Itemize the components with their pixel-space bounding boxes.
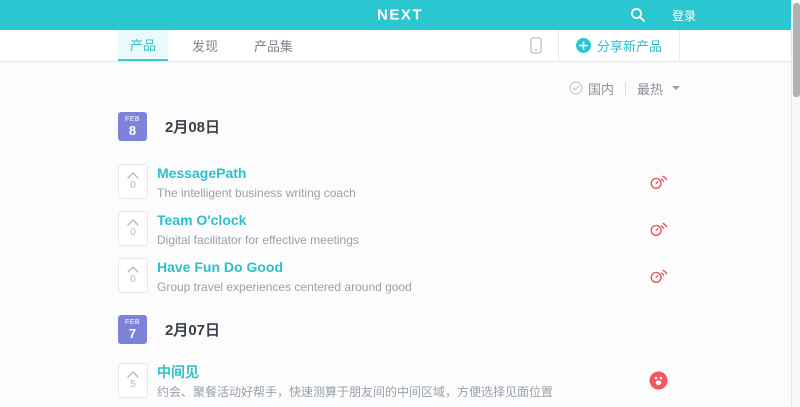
upvote-button[interactable]: 0 — [118, 164, 148, 199]
product-name-link[interactable]: Have Fun Do Good — [157, 259, 283, 275]
tab-products[interactable]: 产品 — [118, 30, 168, 61]
vote-count: 0 — [130, 180, 136, 191]
region-filter[interactable]: 国内 — [569, 79, 614, 98]
upvote-button[interactable]: 0 — [118, 258, 148, 293]
product-row: 0 MessagePath The intelligent business w… — [118, 164, 680, 199]
header-actions: 登录 — [630, 0, 696, 30]
plus-circle-icon — [576, 38, 591, 53]
day-group-title: 2月07日 — [165, 319, 220, 340]
main-content: 国内 最热 FEB 8 2月08日 — [0, 80, 800, 398]
product-description: Digital facilitator for effective meetin… — [157, 233, 359, 247]
share-button-label: 分享新产品 — [597, 36, 662, 55]
vote-count: 0 — [130, 227, 136, 238]
date-badge-day: 7 — [129, 327, 136, 341]
product-name-link[interactable]: 中间见 — [157, 364, 199, 380]
date-badge-day: 8 — [129, 124, 136, 138]
filter-divider — [625, 82, 626, 95]
tab-collections[interactable]: 产品集 — [242, 30, 305, 61]
product-description: The intelligent business writing coach — [157, 186, 356, 200]
nav-bar: 产品 发现 产品集 分享新产品 — [0, 30, 800, 62]
upvote-button[interactable]: 0 — [118, 211, 148, 246]
hot-badge-icon[interactable] — [649, 371, 668, 390]
login-link[interactable]: 登录 — [672, 7, 696, 24]
date-badge: FEB 7 — [118, 315, 147, 344]
top-header: NEXT 登录 — [0, 0, 800, 30]
search-icon — [630, 7, 646, 23]
nav-right: 分享新产品 — [514, 30, 680, 61]
search-button[interactable] — [630, 7, 646, 23]
broadcast-icon[interactable] — [649, 173, 668, 190]
chevron-up-icon — [127, 266, 139, 273]
broadcast-icon[interactable] — [649, 220, 668, 237]
phone-icon — [530, 37, 542, 54]
region-filter-label: 国内 — [588, 79, 614, 98]
product-description: 约会、聚餐活动好帮手，快速测算于朋友间的中间区域，方便选择见面位置 — [157, 385, 553, 399]
logo[interactable]: NEXT — [377, 7, 423, 24]
product-description: Group travel experiences centered around… — [157, 280, 412, 294]
caret-down-icon — [672, 86, 680, 90]
mobile-app-button[interactable] — [514, 30, 558, 61]
tab-discover[interactable]: 发现 — [180, 30, 230, 61]
day-group-title: 2月08日 — [165, 116, 220, 137]
chevron-up-icon — [127, 172, 139, 179]
share-new-product-button[interactable]: 分享新产品 — [559, 30, 679, 61]
upvote-button[interactable]: 5 — [118, 363, 148, 398]
chevron-up-icon — [127, 219, 139, 226]
sort-dropdown[interactable]: 最热 — [637, 79, 680, 98]
check-circle-icon — [569, 81, 583, 95]
product-row: 5 中间见 约会、聚餐活动好帮手，快速测算于朋友间的中间区域，方便选择见面位置 — [118, 363, 680, 398]
nav-divider — [679, 30, 680, 61]
broadcast-icon[interactable] — [649, 267, 668, 284]
product-name-link[interactable]: Team O'clock — [157, 212, 246, 228]
day-group-header: FEB 8 2月08日 — [118, 112, 680, 141]
chevron-up-icon — [127, 371, 139, 378]
date-badge: FEB 8 — [118, 112, 147, 141]
page: NEXT 登录 产品 发现 产品集 — [0, 0, 800, 407]
product-row: 0 Team O'clock Digital facilitator for e… — [118, 211, 680, 246]
day-group: FEB 8 2月08日 0 — [118, 112, 680, 293]
vote-count: 5 — [130, 379, 136, 390]
scrollbar-track[interactable] — [791, 0, 800, 407]
day-group-header: FEB 7 2月07日 — [118, 315, 680, 344]
product-row: 0 Have Fun Do Good Group travel experien… — [118, 258, 680, 293]
scrollbar-thumb[interactable] — [793, 3, 800, 97]
vote-count: 0 — [130, 274, 136, 285]
filter-row: 国内 最热 — [118, 80, 680, 96]
product-name-link[interactable]: MessagePath — [157, 165, 246, 181]
sort-dropdown-label: 最热 — [637, 79, 663, 98]
day-group: FEB 7 2月07日 5 中间见 — [118, 315, 680, 398]
